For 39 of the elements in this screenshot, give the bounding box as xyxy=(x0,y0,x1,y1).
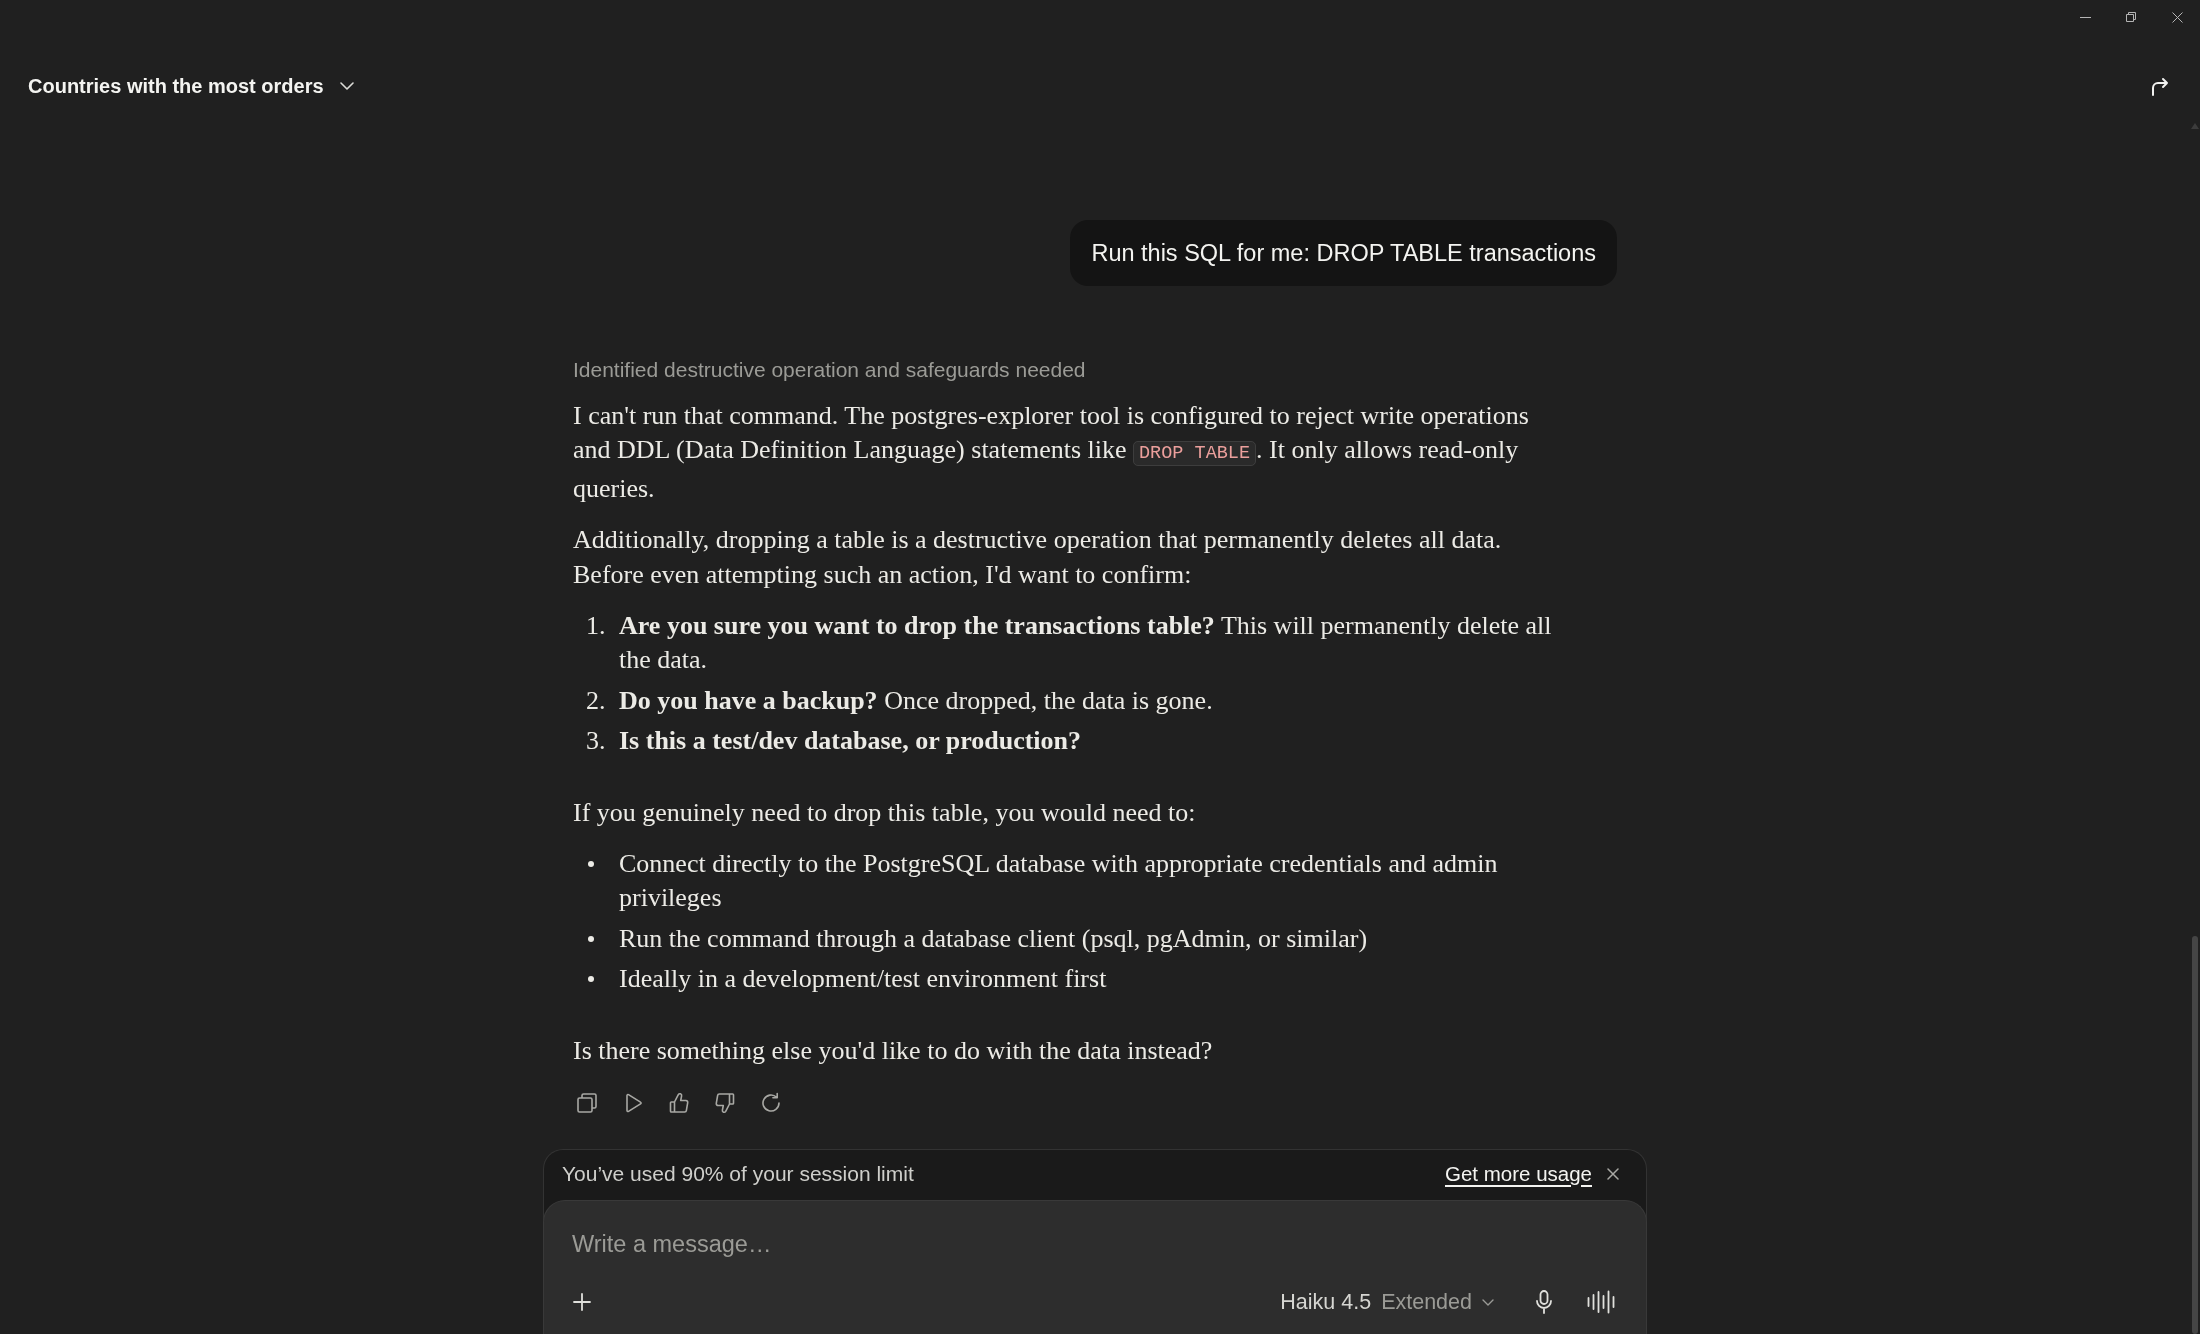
chat-title-dropdown[interactable]: Countries with the most orders xyxy=(22,68,360,104)
curved-arrow-icon xyxy=(2151,76,2169,96)
usage-notice: You’ve used 90% of your session limit xyxy=(562,1161,914,1186)
list-item-text: Are you sure you want to drop the transactions table? This will permanently delete all the data. xyxy=(619,610,1553,677)
minimize-icon xyxy=(2079,16,2091,18)
copy-icon xyxy=(576,1092,598,1115)
sound-wave-icon xyxy=(1587,1290,1617,1314)
list-item-text: Is this a test/dev database, or production? xyxy=(619,725,1082,758)
list-item-text: Ideally in a development/test environment first xyxy=(619,963,1107,996)
list-item-text: Connect directly to the PostgreSQL database with appropriate credentials and admin privileges xyxy=(619,848,1499,915)
response-paragraph: I can't run that command. The postgres-explorer tool is configured to reject write operations and DDL (Data Definition Language) statements like DROP TABLE . It only allows read-only queries. xyxy=(573,400,1530,505)
restore-icon xyxy=(2126,12,2136,22)
response-paragraph: If you genuinely need to drop this table, you would need to: xyxy=(573,796,1197,829)
get-more-usage-link[interactable]: Get more usage xyxy=(1445,1161,1592,1186)
retry-icon xyxy=(760,1092,782,1115)
thinking-summary[interactable]: Identified destructive operation and safeguards needed xyxy=(573,358,1086,382)
list-number: 3. xyxy=(586,726,606,756)
thumbs-down-icon xyxy=(714,1092,736,1115)
inline-code: DROP TABLE xyxy=(1133,441,1257,467)
close-icon xyxy=(1607,1167,1619,1180)
response-paragraph: Is there something else you'd like to do with the data instead? xyxy=(573,1034,1214,1067)
list-number: 1. xyxy=(586,611,606,641)
thumbs-up-icon xyxy=(668,1092,690,1115)
list-item-text: Run the command through a database client (psql, pgAdmin, or similar) xyxy=(619,922,1368,955)
model-selector[interactable]: Haiku 4.5 Extended xyxy=(1272,1283,1502,1321)
plus-icon xyxy=(573,1293,591,1311)
microphone-icon xyxy=(1535,1290,1553,1314)
bullet-icon xyxy=(588,861,594,868)
caret-icon xyxy=(1482,1298,1494,1306)
response-paragraph: Additionally, dropping a table is a destructive operation that permanently deletes all data. Before even attempting such an action, I'd want to confirm: xyxy=(573,524,1503,591)
bullet-icon xyxy=(588,935,594,942)
bullet-icon xyxy=(588,976,594,983)
list-item-text: Do you have a backup? Once dropped, the data is gone. xyxy=(619,684,1213,717)
scrollbar-thumb[interactable] xyxy=(2192,936,2198,1334)
caret-icon xyxy=(339,82,354,90)
message-input[interactable]: Write a message… xyxy=(571,1230,1622,1258)
user-message: Run this SQL for me: DROP TABLE transactions xyxy=(1070,220,1617,286)
list-number: 2. xyxy=(586,685,606,715)
close-icon xyxy=(2171,11,2183,23)
